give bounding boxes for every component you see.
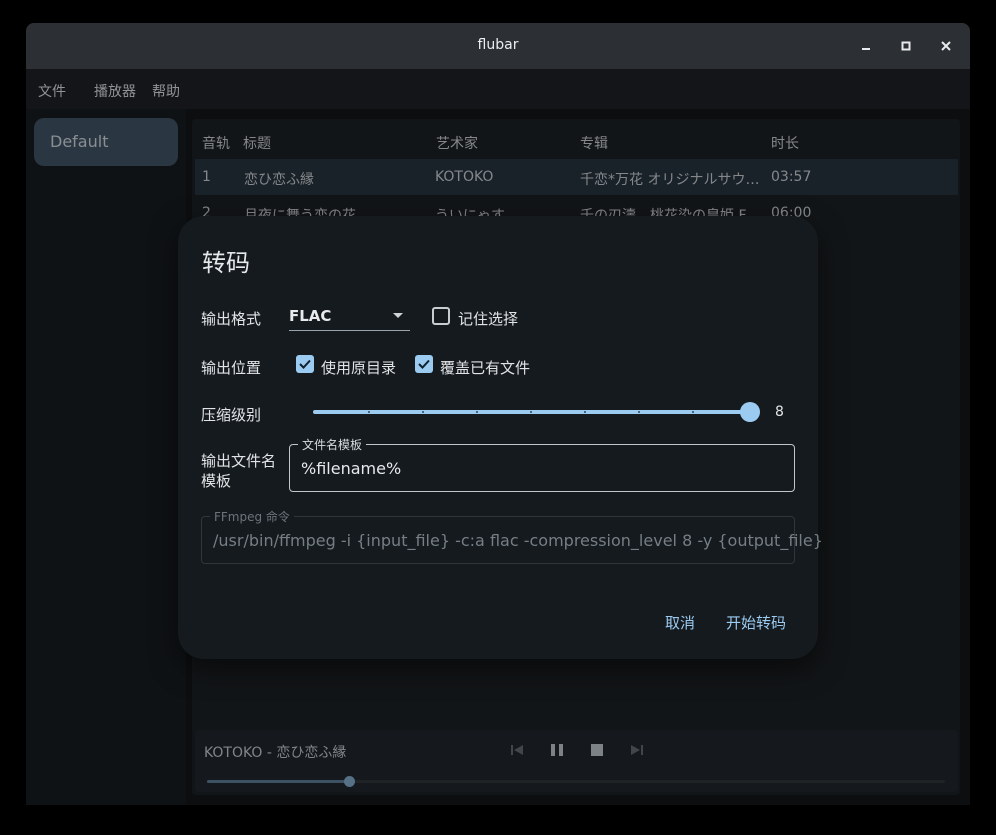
slider-tick: [422, 411, 424, 413]
ffmpeg-command-value: /usr/bin/ffmpeg -i {input_file} -c:a fla…: [213, 531, 823, 550]
filename-template-label: 输出文件名: [201, 452, 277, 470]
compression-level-value: 8: [775, 404, 784, 420]
dropdown-arrow-icon: [393, 313, 403, 318]
output-format-value: FLAC: [289, 307, 332, 325]
slider-tick: [692, 411, 694, 413]
slider-tick: [368, 411, 370, 413]
filename-template-input[interactable]: 文件名模板 %filename%: [289, 436, 795, 492]
output-format-label: 输出格式: [201, 310, 262, 328]
slider-tick: [584, 411, 586, 413]
slider-tick: [638, 411, 640, 413]
remember-choice-checkbox[interactable]: [432, 307, 450, 325]
maximize-button[interactable]: [895, 35, 917, 57]
window-title: flubar: [477, 37, 519, 53]
cancel-button[interactable]: 取消: [665, 612, 695, 633]
filename-template-label-line2: 模板: [201, 472, 232, 490]
minimize-icon: [862, 48, 870, 50]
ffmpeg-command-legend: FFmpeg 命令: [210, 508, 294, 525]
overwrite-existing-label[interactable]: 覆盖已有文件: [440, 357, 530, 378]
minimize-button[interactable]: [855, 35, 877, 57]
dialog-title: 转码: [202, 249, 250, 277]
close-icon: [941, 41, 951, 51]
checkmark-icon: [299, 359, 311, 369]
output-format-select[interactable]: FLAC: [289, 299, 410, 331]
compression-slider-thumb[interactable]: [740, 402, 760, 422]
slider-tick: [530, 411, 532, 413]
maximize-icon: [901, 41, 911, 51]
filename-template-legend: 文件名模板: [298, 436, 367, 453]
output-location-label: 输出位置: [201, 359, 262, 377]
slider-tick: [476, 411, 478, 413]
overwrite-existing-checkbox[interactable]: [415, 355, 433, 373]
filename-template-value: %filename%: [301, 459, 402, 478]
title-bar: flubar: [26, 23, 970, 69]
compression-level-label: 压缩级别: [201, 406, 262, 424]
use-source-dir-checkbox[interactable]: [296, 355, 314, 373]
ffmpeg-command-field: FFmpeg 命令 /usr/bin/ffmpeg -i {input_file…: [201, 508, 823, 564]
use-source-dir-label[interactable]: 使用原目录: [321, 357, 396, 378]
start-transcode-button[interactable]: 开始转码: [726, 612, 786, 633]
transcode-dialog: 转码 输出格式 FLAC 记住选择 输出位置 使用原目录 覆盖已有文件 压缩级别…: [178, 216, 823, 659]
remember-choice-label[interactable]: 记住选择: [458, 308, 518, 329]
close-button[interactable]: [935, 35, 957, 57]
checkmark-icon: [418, 359, 430, 369]
